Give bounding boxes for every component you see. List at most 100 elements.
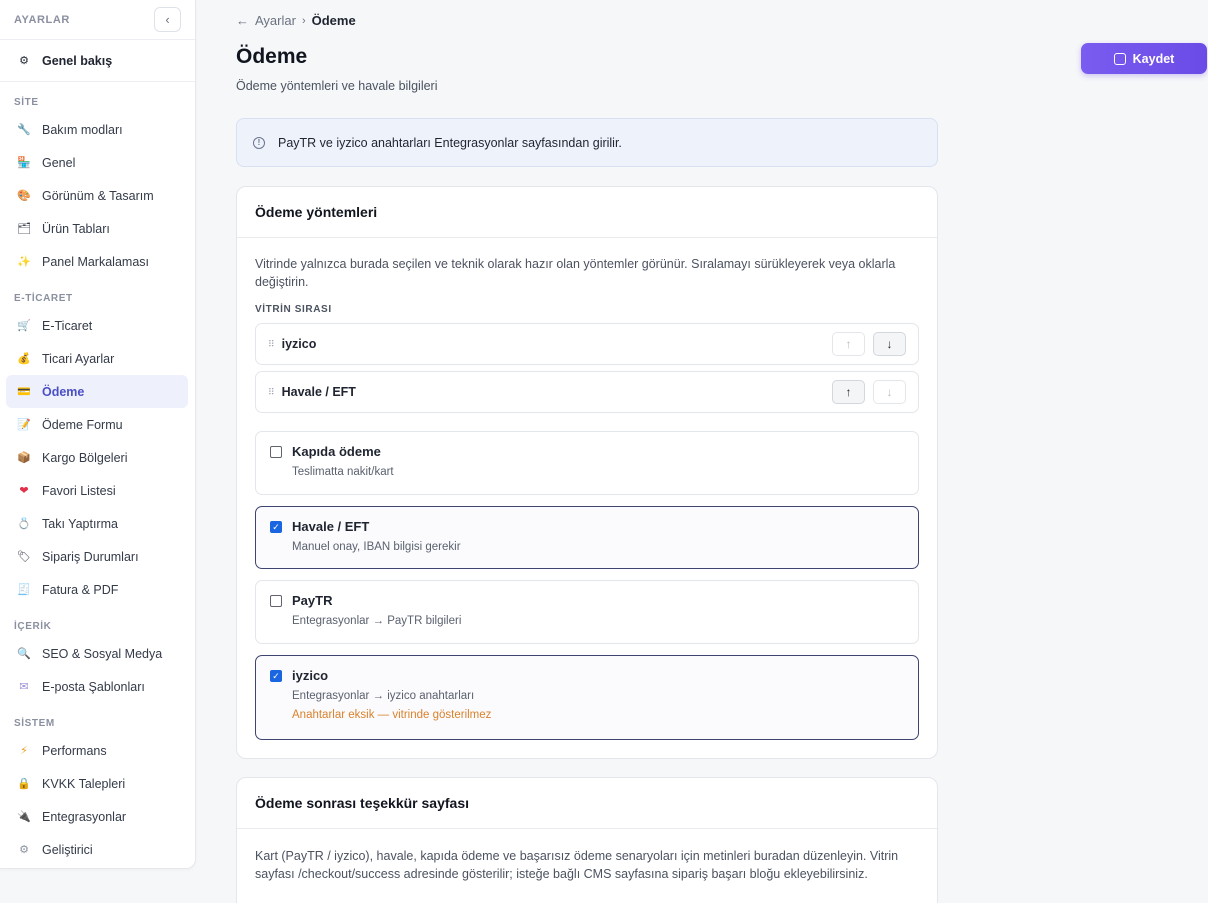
sidebar-item-label: Ödeme Formu: [42, 417, 123, 432]
ring-icon: 💍: [17, 518, 31, 530]
tag-icon: 🏷: [17, 551, 31, 563]
sidebar-item-kargo-bolgeleri[interactable]: 📦 Kargo Bölgeleri: [6, 441, 188, 474]
move-up-button: ↑: [832, 332, 865, 356]
sidebar-item-label: Ödeme: [42, 384, 85, 399]
method-checkbox[interactable]: [270, 595, 282, 607]
thank-you-description: Kart (PayTR / iyzico), havale, kapıda öd…: [255, 849, 899, 881]
info-banner: ! PayTR ve iyzico anahtarları Entegrasyo…: [236, 118, 938, 167]
thank-you-page-card: Ödeme sonrası teşekkür sayfası Kart (Pay…: [236, 777, 938, 903]
sidebar-item-gorunum-tasarim[interactable]: 🎨 Görünüm & Tasarım: [6, 179, 188, 212]
drag-handle-icon[interactable]: ⠿: [268, 387, 275, 398]
sidebar-item-urun-tablari[interactable]: 🗂 Ürün Tabları: [6, 212, 188, 245]
method-checkbox[interactable]: [270, 446, 282, 458]
method-checkbox[interactable]: ✓: [270, 521, 282, 533]
sidebar-item-seo-sosyal-medya[interactable]: 🔍 SEO & Sosyal Medya: [6, 637, 188, 670]
sidebar-item-taki-yaptirma[interactable]: 💍 Takı Yaptırma: [6, 507, 188, 540]
sidebar-item-performans[interactable]: ⚡ Performans: [6, 734, 188, 767]
money-bag-icon: 💰: [17, 353, 31, 365]
sidebar-item-label: Genel bakış: [42, 53, 113, 68]
sidebar-item-e-ticaret[interactable]: 🛒 E-Ticaret: [6, 309, 188, 342]
collapse-sidebar-button[interactable]: ‹: [154, 7, 181, 32]
sidebar-item-label: Fatura & PDF: [42, 582, 119, 597]
order-row[interactable]: ⠿ Havale / EFT ↑ ↓: [255, 371, 919, 413]
sidebar-item-odeme-formu[interactable]: 📝 Ödeme Formu: [6, 408, 188, 441]
back-arrow-icon[interactable]: ←: [236, 13, 249, 28]
chevron-left-icon: ‹: [165, 12, 170, 27]
sidebar-item-ticari-ayarlar[interactable]: 💰 Ticari Ayarlar: [6, 342, 188, 375]
method-checkbox[interactable]: ✓: [270, 670, 282, 682]
sidebar-item-gelistirici[interactable]: ⚙ Geliştirici: [6, 833, 188, 866]
sidebar-item-favori-listesi[interactable]: ❤ Favori Listesi: [6, 474, 188, 507]
sidebar-section-eticaret: E-TİCARET: [14, 293, 73, 304]
sidebar-item-panel-markalamasi[interactable]: ✨ Panel Markalaması: [6, 245, 188, 278]
info-banner-text: PayTR ve iyzico anahtarları Entegrasyonl…: [278, 135, 622, 150]
method-name: Havale / EFT: [292, 519, 370, 534]
save-button[interactable]: Kaydet: [1081, 43, 1207, 74]
sidebar-item-bakim-modlari[interactable]: 🔧 Bakım modları: [6, 113, 188, 146]
payment-method-option[interactable]: ✓ Havale / EFT Manuel onay, IBAN bilgisi…: [255, 506, 919, 569]
sparkles-icon: ✨: [17, 256, 31, 268]
order-row-name: iyzico: [281, 337, 317, 351]
sidebar-item-label: SEO & Sosyal Medya: [42, 646, 163, 661]
move-up-button[interactable]: ↑: [832, 380, 865, 404]
method-description: Manuel onay, IBAN bilgisi gerekir: [292, 541, 461, 553]
sidebar-item-label: Sipariş Durumları: [42, 549, 139, 564]
sidebar-item-entegrasyonlar[interactable]: 🔌 Entegrasyonlar: [6, 800, 188, 833]
payment-method-option[interactable]: PayTR Entegrasyonlar → PayTR bilgileri: [255, 580, 919, 644]
sidebar-section-site: SİTE: [14, 97, 39, 108]
arrow-down-icon: ↓: [886, 385, 893, 399]
sidebar-item-kvkk-talepleri[interactable]: 🔒 KVKK Talepleri: [6, 767, 188, 800]
move-down-button[interactable]: ↓: [873, 332, 906, 356]
payment-method-option[interactable]: ✓ iyzico Entegrasyonlar → iyzico anahtar…: [255, 655, 919, 740]
sidebar-item-label: Kargo Bölgeleri: [42, 450, 128, 465]
receipt-icon: 🧾: [17, 584, 31, 596]
sidebar-item-label: Panel Markalaması: [42, 254, 149, 269]
sidebar-item-label: Entegrasyonlar: [42, 809, 127, 824]
sidebar-item-label: Favori Listesi: [42, 483, 116, 498]
envelope-icon: ✉: [19, 681, 29, 693]
sidebar-item-label: E-posta Şablonları: [42, 679, 145, 694]
method-description: Entegrasyonlar → PayTR bilgileri: [292, 615, 462, 627]
order-row-name: Havale / EFT: [281, 385, 356, 399]
lightning-icon: ⚡: [20, 745, 28, 757]
gear-icon: ⚙: [19, 55, 29, 67]
sidebar-section-icerik: İÇERİK: [14, 621, 52, 632]
method-name: iyzico: [292, 668, 329, 683]
sidebar-item-label: KVKK Talepleri: [42, 776, 126, 791]
sidebar-item-genel[interactable]: 🏪 Genel: [6, 146, 188, 179]
sidebar-item-label: Genel: [42, 155, 76, 170]
sidebar-item-label: Takı Yaptırma: [42, 516, 118, 531]
arrow-down-icon: ↓: [886, 337, 893, 351]
order-row[interactable]: ⠿ iyzico ↑ ↓: [255, 323, 919, 365]
method-name: PayTR: [292, 593, 333, 608]
settings-sidebar: AYARLAR ‹ ⚙ Genel bakış SİTE 🔧 Bakım modl…: [0, 0, 196, 869]
arrow-up-icon: ↑: [845, 385, 852, 399]
sidebar-section-sistem: SİSTEM: [14, 718, 55, 729]
method-description: Entegrasyonlar → iyzico anahtarları: [292, 690, 475, 702]
credit-card-icon: 💳: [17, 386, 31, 398]
payment-method-option[interactable]: Kapıda ödeme Teslimatta nakit/kart: [255, 431, 919, 495]
save-button-label: Kaydet: [1132, 51, 1175, 66]
breadcrumb-current: Ödeme: [311, 13, 356, 28]
sidebar-item-fatura-pdf[interactable]: 🧾 Fatura & PDF: [6, 573, 188, 606]
move-down-button: ↓: [873, 380, 906, 404]
tabs-icon: 🗂: [17, 223, 31, 235]
sidebar-item-genel-bakis[interactable]: ⚙ Genel bakış: [0, 40, 195, 82]
sidebar-item-label: Ticari Ayarlar: [42, 351, 115, 366]
sidebar-item-odeme[interactable]: 💳 Ödeme: [6, 375, 188, 408]
gear-icon: ⚙: [19, 844, 29, 856]
card-title: Ödeme sonrası teşekkür sayfası: [237, 778, 937, 829]
package-icon: 📦: [17, 452, 31, 464]
store-icon: 🏪: [17, 157, 31, 169]
method-description: Teslimatta nakit/kart: [292, 466, 394, 478]
drag-handle-icon[interactable]: ⠿: [268, 339, 275, 350]
heart-icon: ❤: [19, 485, 29, 497]
sidebar-item-siparis-durumlari[interactable]: 🏷 Sipariş Durumları: [6, 540, 188, 573]
form-icon: 📝: [17, 419, 31, 431]
sidebar-item-eposta-sablonlari[interactable]: ✉ E-posta Şablonları: [6, 670, 188, 703]
breadcrumb-parent-link[interactable]: Ayarlar: [255, 13, 296, 28]
lock-icon: 🔒: [17, 778, 31, 790]
magnifier-icon: 🔍: [17, 648, 31, 660]
arrow-up-icon: ↑: [845, 337, 852, 351]
plug-icon: 🔌: [17, 811, 31, 823]
